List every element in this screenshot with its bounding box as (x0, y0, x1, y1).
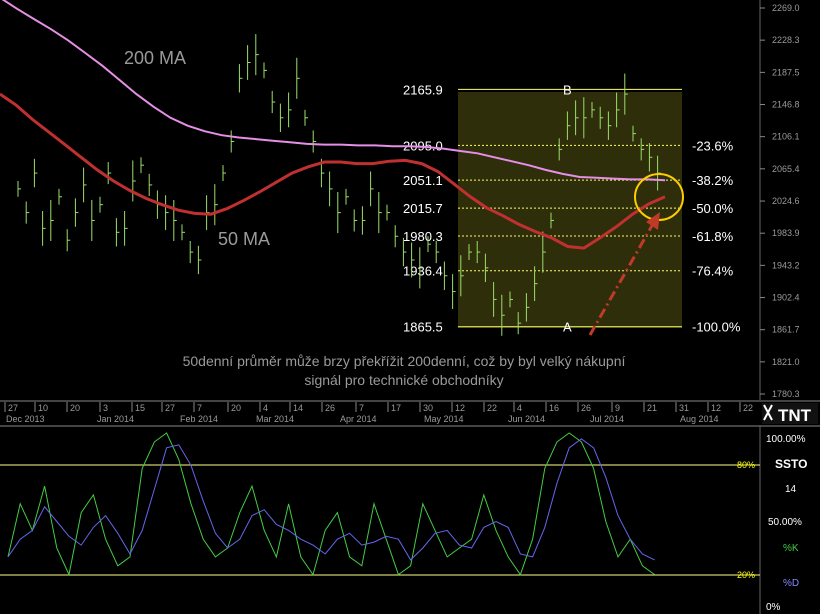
month-label: Feb 2014 (180, 414, 218, 424)
month-label: Apr 2014 (340, 414, 377, 424)
price-tick-label: 2228.3 (772, 35, 800, 45)
price-tick-label: 1861.7 (772, 325, 800, 335)
date-tick-label: 3 (103, 403, 108, 413)
price-tick-label: 1821.0 (772, 357, 800, 367)
osc-top-label: 100.00% (766, 434, 806, 445)
osc-mid-label: 50.00% (768, 517, 802, 528)
price-tick-label: 2106.1 (772, 132, 800, 142)
fib-percent-label: -61.8% (692, 229, 734, 244)
date-tick-label: 4 (263, 403, 268, 413)
date-tick-label: 20 (231, 403, 241, 413)
date-tick-label: 26 (581, 403, 591, 413)
price-tick-label: 1983.9 (772, 228, 800, 238)
tnt-logo: TNT (762, 403, 818, 425)
level-20-label: 20% (737, 570, 755, 580)
chart-stage: 2269.0 2228.3 2187.5 2146.8 2106.1 2065.4 2024… (0, 0, 820, 614)
fib-price-label: 2165.9 (403, 82, 443, 97)
fib-percent-label: -76.4% (692, 264, 734, 279)
price-tick-label: 1902.4 (772, 293, 800, 303)
month-label: Mar 2014 (256, 414, 294, 424)
price-tick-label: 2146.8 (772, 100, 800, 110)
fib-percent-label: -100.0% (692, 320, 741, 335)
fib-price-label: 1980.3 (403, 229, 443, 244)
price-tick-label: 1943.2 (772, 260, 800, 270)
date-tick-label: 14 (293, 403, 303, 413)
fib-marker-label: B (563, 82, 572, 97)
fib-price-label: 1865.5 (403, 320, 443, 335)
osc-period: 14 (785, 484, 797, 495)
osc-name: SSTO (775, 457, 807, 471)
date-tick-label: 9 (615, 403, 620, 413)
fib-price-label: 1936.4 (403, 264, 443, 279)
price-tick-label: 2024.6 (772, 196, 800, 206)
price-tick-label: 1780.3 (772, 389, 800, 399)
date-tick-label: 4 (517, 403, 522, 413)
month-label: Jul 2014 (590, 414, 624, 424)
fib-percent-label: -50.0% (692, 201, 734, 216)
fib-percent-label: -23.6% (692, 138, 734, 153)
date-tick-label: 22 (487, 403, 497, 413)
month-label: May 2014 (424, 414, 464, 424)
month-label: Jun 2014 (508, 414, 545, 424)
date-tick-label: 7 (197, 403, 202, 413)
date-tick-label: 20 (70, 403, 80, 413)
date-tick-label: 12 (455, 403, 465, 413)
date-tick-label: 12 (711, 403, 721, 413)
annotation-line-1: 50denní průměr může brzy překřížit 200de… (183, 353, 626, 369)
month-label: Aug 2014 (680, 414, 719, 424)
month-label: Dec 2013 (6, 414, 45, 424)
ma-200-label: 200 MA (124, 48, 186, 68)
date-tick-label: 10 (38, 403, 48, 413)
fib-price-label: 2051.1 (403, 173, 443, 188)
date-tick-label: 26 (325, 403, 335, 413)
date-tick-label: 30 (423, 403, 433, 413)
date-tick-label: 21 (647, 403, 657, 413)
date-tick-label: 15 (135, 403, 145, 413)
date-tick-label: 27 (8, 403, 18, 413)
annotation-line-2: signál pro technické obchodníky (304, 372, 503, 388)
price-tick-label: 2269.0 (772, 3, 800, 13)
date-tick-label: 31 (679, 403, 689, 413)
osc-bottom-label: 0% (766, 602, 781, 613)
fib-percent-label: -38.2% (692, 173, 734, 188)
date-tick-label: 7 (359, 403, 364, 413)
date-tick-label: 27 (165, 403, 175, 413)
price-tick-label: 2187.5 (772, 67, 800, 77)
level-80-label: 80% (737, 460, 755, 470)
date-tick-label: 17 (391, 403, 401, 413)
ma-50-label: 50 MA (218, 229, 270, 249)
date-tick-label: 22 (743, 403, 753, 413)
osc-k-legend: %K (783, 543, 799, 554)
price-tick-label: 2065.4 (772, 164, 800, 174)
logo-text: TNT (778, 406, 812, 425)
month-label: Jan 2014 (97, 414, 134, 424)
osc-d-legend: %D (783, 578, 799, 589)
date-tick-label: 16 (549, 403, 559, 413)
fib-price-label: 2015.7 (403, 201, 443, 216)
fib-marker-label: A (563, 320, 572, 335)
